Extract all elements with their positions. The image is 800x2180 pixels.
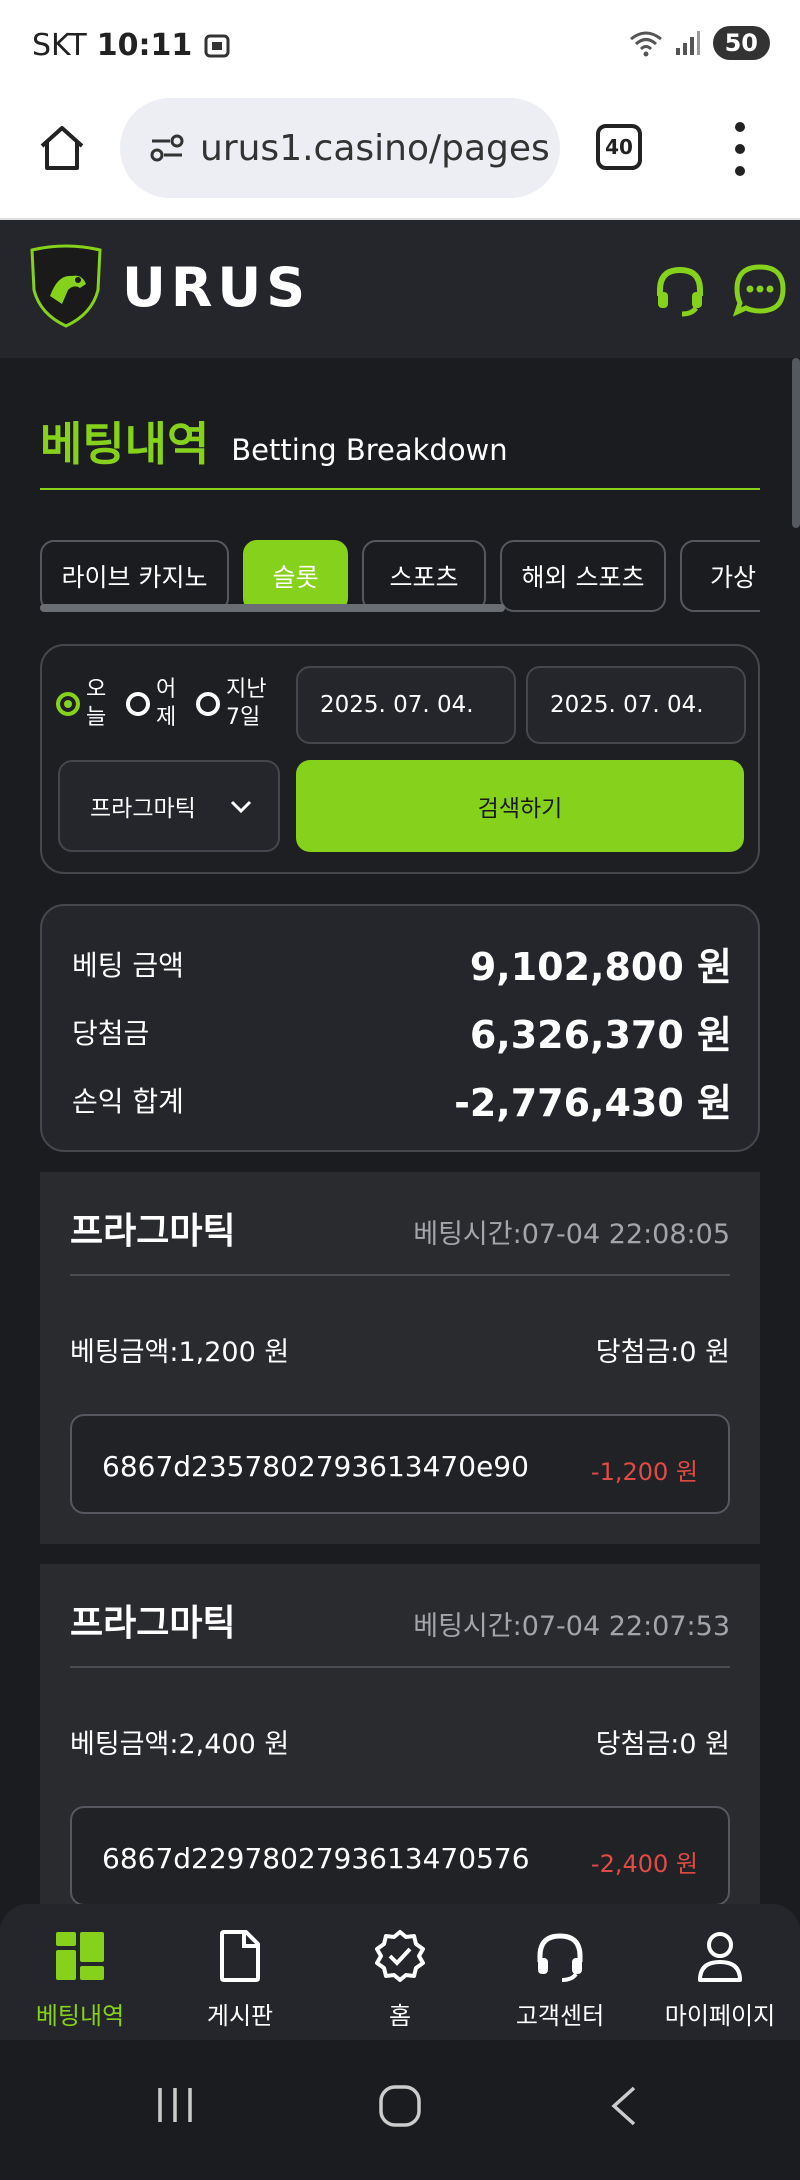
nav-my-page[interactable]: 마이페이지 bbox=[640, 1904, 800, 2040]
period-7days-label: 지난7일 bbox=[226, 677, 267, 730]
radio-dot bbox=[56, 692, 80, 716]
user-icon bbox=[698, 1932, 742, 1982]
nav-betting-history[interactable]: 베팅내역 bbox=[0, 1904, 160, 2040]
date-from-field[interactable]: 2025. 07. 04. bbox=[296, 666, 516, 744]
nav-customer-center[interactable]: 고객센터 bbox=[480, 1904, 640, 2040]
filter-panel: 오늘 어제 지난7일 2025. 07. 04. 2025. 07. 04. 프… bbox=[40, 644, 760, 874]
bet-provider: 프라그마틱 bbox=[70, 1603, 236, 1644]
provider-select-value: 프라그마틱 bbox=[90, 796, 196, 822]
title-divider bbox=[40, 488, 760, 490]
period-yesterday-radio[interactable]: 어제 bbox=[126, 676, 182, 732]
bet-amount: 베팅금액:2,400 원 bbox=[70, 1729, 290, 1760]
clock: 10:11 bbox=[96, 28, 193, 63]
browser-toolbar: urus1.casino/pages 40 bbox=[0, 94, 800, 220]
period-radio-group: 오늘 어제 지난7일 bbox=[56, 676, 274, 732]
chat-icon[interactable] bbox=[732, 262, 788, 318]
win-amount: 당첨금:0 원 bbox=[595, 1337, 730, 1368]
carrier-label: SKT bbox=[32, 28, 87, 63]
nav-label: 베팅내역 bbox=[35, 2002, 125, 2030]
summary-win-label: 당첨금 bbox=[72, 1016, 150, 1050]
nav-label: 고객센터 bbox=[515, 2002, 605, 2030]
bet-provider: 프라그마틱 bbox=[70, 1211, 236, 1252]
provider-select[interactable]: 프라그마틱 bbox=[58, 760, 280, 852]
summary-bet-value: 9,102,800 원 bbox=[469, 945, 732, 989]
tab-slot[interactable]: 슬롯 bbox=[243, 540, 348, 612]
page-scrollbar[interactable] bbox=[792, 358, 800, 528]
radio-dot bbox=[196, 692, 220, 716]
summary-win-row: 당첨금 6,326,370 원 bbox=[72, 1004, 732, 1059]
card-divider bbox=[70, 1666, 730, 1668]
site-header: URUS bbox=[0, 220, 800, 358]
nav-label: 마이페이지 bbox=[664, 2002, 776, 2030]
address-bar[interactable]: urus1.casino/pages bbox=[120, 98, 560, 198]
summary-win-value: 6,326,370 원 bbox=[469, 1013, 732, 1057]
summary-bet-label: 베팅 금액 bbox=[72, 948, 184, 982]
signal-icon bbox=[675, 31, 700, 55]
summary-pl-label: 손익 합계 bbox=[72, 1084, 184, 1118]
summary-bet-row: 베팅 금액 9,102,800 원 bbox=[72, 936, 732, 991]
period-today-label: 오늘 bbox=[86, 677, 107, 730]
bet-card: 프라그마틱 베팅시간:07-04 22:07:53 베팅금액:2,400 원 당… bbox=[40, 1564, 760, 1936]
bet-id: 6867d2357802793613470e90 bbox=[102, 1450, 529, 1483]
page-title-english: Betting Breakdown bbox=[231, 433, 508, 467]
tab-switcher-button[interactable]: 40 bbox=[596, 124, 642, 170]
nav-home[interactable]: 홈 bbox=[320, 1904, 480, 2040]
bet-profit: -1,200 원 bbox=[590, 1458, 698, 1486]
site-settings-icon[interactable] bbox=[150, 133, 184, 163]
tabs-scrollbar[interactable] bbox=[40, 604, 505, 612]
radio-dot bbox=[126, 692, 150, 716]
betting-history-icon bbox=[56, 1932, 104, 1980]
bet-card: 프라그마틱 베팅시간:07-04 22:08:05 베팅금액:1,200 원 당… bbox=[40, 1172, 760, 1544]
more-menu-icon[interactable] bbox=[728, 122, 752, 176]
nav-label: 홈 bbox=[388, 2002, 412, 2030]
period-7days-radio[interactable]: 지난7일 bbox=[196, 676, 274, 732]
nav-label: 게시판 bbox=[206, 2002, 274, 2030]
page-title-korean: 베팅내역 bbox=[40, 417, 210, 471]
badge-check-icon bbox=[375, 1930, 425, 1982]
search-button[interactable]: 검색하기 bbox=[296, 760, 744, 852]
headset-icon bbox=[537, 1933, 583, 1982]
bet-id-box[interactable]: 6867d2357802793613470e90 -1,200 원 bbox=[70, 1414, 730, 1514]
summary-panel: 베팅 금액 9,102,800 원 당첨금 6,326,370 원 손익 합계 … bbox=[40, 904, 760, 1152]
bet-time: 베팅시간:07-04 22:07:53 bbox=[413, 1611, 730, 1642]
recent-apps-icon[interactable] bbox=[154, 2084, 196, 2126]
bottom-nav: 베팅내역 게시판 홈 고객센터 마이페이지 bbox=[0, 1904, 800, 2040]
summary-pl-row: 손익 합계 -2,776,430 원 bbox=[72, 1072, 732, 1127]
status-right: 50 bbox=[629, 26, 770, 60]
tab-live-casino[interactable]: 라이브 카지노 bbox=[40, 540, 229, 612]
bet-id-box[interactable]: 6867d2297802793613470576 -2,400 원 bbox=[70, 1806, 730, 1906]
screenshot-icon bbox=[204, 34, 230, 57]
tab-overseas-sports[interactable]: 해외 스포츠 bbox=[500, 540, 666, 612]
summary-pl-value: -2,776,430 원 bbox=[454, 1081, 732, 1125]
status-bar: SKT 10:11 50 bbox=[0, 0, 800, 94]
period-yesterday-label: 어제 bbox=[156, 677, 177, 730]
logo-shield-icon[interactable] bbox=[28, 244, 104, 328]
url-text: urus1.casino/pages bbox=[200, 127, 550, 169]
tab-sports[interactable]: 스포츠 bbox=[362, 540, 486, 612]
wifi-icon bbox=[629, 31, 662, 57]
headset-icon[interactable] bbox=[652, 262, 708, 318]
home-button-icon[interactable] bbox=[378, 2084, 422, 2128]
status-left: SKT 10:11 bbox=[32, 28, 232, 63]
card-divider bbox=[70, 1274, 730, 1276]
nav-board[interactable]: 게시판 bbox=[160, 1904, 320, 2040]
bet-id: 6867d2297802793613470576 bbox=[102, 1842, 530, 1875]
bet-profit: -2,400 원 bbox=[590, 1850, 698, 1878]
bet-amount: 베팅금액:1,200 원 bbox=[70, 1337, 290, 1368]
chevron-down-icon bbox=[230, 800, 252, 814]
back-icon[interactable] bbox=[606, 2084, 642, 2128]
document-icon bbox=[220, 1930, 260, 1982]
period-today-radio[interactable]: 오늘 bbox=[56, 676, 112, 732]
date-to-field[interactable]: 2025. 07. 04. bbox=[526, 666, 746, 744]
system-nav-bar bbox=[0, 2040, 800, 2180]
bet-time: 베팅시간:07-04 22:08:05 bbox=[413, 1219, 730, 1250]
page-title: 베팅내역 Betting Breakdown bbox=[40, 408, 508, 474]
win-amount: 당첨금:0 원 bbox=[595, 1729, 730, 1760]
battery-indicator: 50 bbox=[712, 26, 770, 60]
home-icon[interactable] bbox=[36, 122, 88, 174]
logo-text[interactable]: URUS bbox=[122, 256, 310, 319]
category-tabs: 라이브 카지노 슬롯 스포츠 해외 스포츠 가상 bbox=[40, 540, 760, 612]
tab-virtual[interactable]: 가상 bbox=[680, 540, 760, 612]
